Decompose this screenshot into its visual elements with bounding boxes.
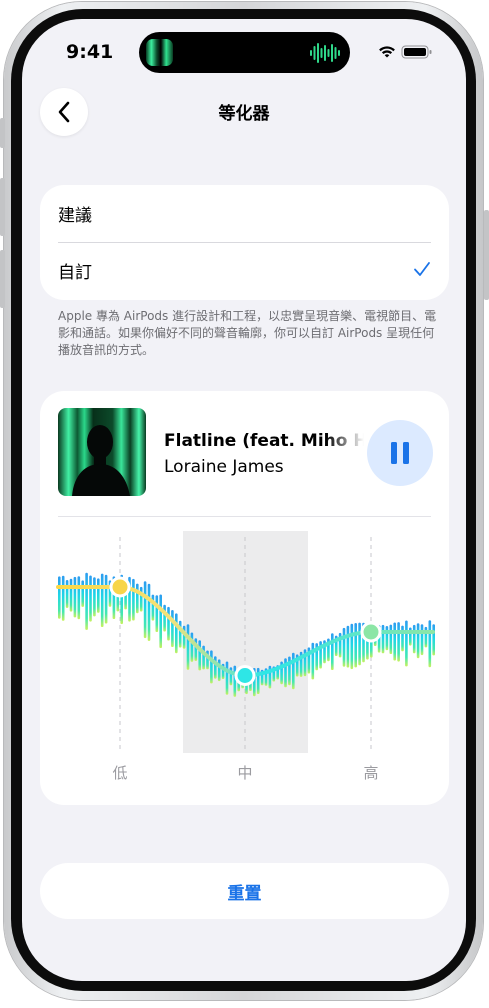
track-artist: Loraine James <box>164 457 284 477</box>
volume-down-button <box>0 250 5 308</box>
mode-option-suggested[interactable]: 建議 <box>58 185 431 242</box>
waveform-bar <box>186 624 190 670</box>
waveform-bar <box>428 620 432 668</box>
waveform-bar <box>85 572 88 630</box>
band-label-low: 低 <box>112 764 128 782</box>
waveform-bar <box>210 650 213 684</box>
eq-description: Apple 專為 AirPods 進行設計和工程，以忠實呈現音樂、電視節目、電影… <box>58 309 437 357</box>
waveform-bar <box>139 586 143 612</box>
waveform-bar <box>217 659 221 682</box>
waveform-bar <box>178 620 182 648</box>
album-art <box>58 408 146 496</box>
waveform-bar <box>389 624 393 654</box>
waveform-bar <box>225 661 229 695</box>
waveform-bar <box>61 575 65 621</box>
waveform-bar <box>397 622 400 662</box>
waveform-bar <box>393 622 396 661</box>
waveform-bar <box>147 583 151 641</box>
waveform-bar <box>81 580 84 607</box>
waveform-bar <box>198 640 201 671</box>
status-time: 9:41 <box>66 41 114 63</box>
status-icons <box>378 44 436 64</box>
player-card: Flatline (feat. Miho Hazama) Loraine Jam… <box>40 391 449 805</box>
waveform-bar <box>420 624 424 656</box>
waveform-bar <box>163 604 166 632</box>
waveform-bar <box>65 580 69 608</box>
waveform-bar <box>136 583 139 614</box>
waveform-bar <box>354 623 357 668</box>
waveform-bar <box>167 606 170 641</box>
equalizer[interactable]: 低 中 高 <box>40 517 449 805</box>
pause-button[interactable] <box>367 420 433 486</box>
waveform-bar <box>89 575 92 622</box>
page-title: 等化器 <box>218 104 270 124</box>
waveform-bar <box>58 576 61 619</box>
band-handle-high[interactable] <box>360 621 382 643</box>
waveform-bar <box>401 625 404 652</box>
waveform-bar <box>77 576 81 620</box>
waveform-bar <box>155 595 159 632</box>
waveform-bar <box>175 613 178 654</box>
mode-option-label: 建議 <box>58 206 92 226</box>
waveform-bar <box>69 578 73 612</box>
waveform-bar <box>331 633 334 670</box>
waveform-bar <box>405 620 408 667</box>
waveform-bar <box>97 578 100 613</box>
waveform-bar <box>385 626 389 651</box>
waveform-bar <box>350 623 354 670</box>
action-button <box>0 118 5 148</box>
waveform-bar <box>159 594 162 648</box>
wifi-icon <box>379 46 395 58</box>
waveform-bar <box>292 652 295 690</box>
waveform-bar <box>93 577 96 617</box>
waveform-bar <box>358 622 361 666</box>
waveform-bar <box>100 573 104 627</box>
mode-option-custom[interactable]: 自訂 <box>58 242 431 299</box>
band-handle-low[interactable] <box>109 576 131 598</box>
waveform-bar <box>342 627 346 667</box>
waveform-bar <box>416 623 420 659</box>
waveform-bar <box>202 645 205 670</box>
waveform-bar <box>381 624 385 654</box>
waveform-bar <box>151 594 155 621</box>
eq-mode-card: 建議 自訂 <box>40 185 449 300</box>
reset-button[interactable]: 重置 <box>40 863 449 919</box>
checkmark-icon <box>414 262 430 276</box>
waveform-bar <box>171 610 174 647</box>
dynamic-island[interactable] <box>139 32 350 73</box>
band-label-mid: 中 <box>237 764 253 782</box>
waveform-bar <box>132 578 135 621</box>
waveform-bar <box>412 624 416 654</box>
title-fade <box>326 427 366 453</box>
band-label-high: 高 <box>363 764 379 782</box>
pause-icon <box>391 442 409 464</box>
battery-icon <box>401 45 432 59</box>
now-playing-art <box>146 39 173 66</box>
volume-up-button <box>0 178 5 236</box>
band-handle-mid[interactable] <box>234 665 256 686</box>
waveform-bar <box>233 665 237 697</box>
mode-option-label: 自訂 <box>58 263 92 283</box>
waveform-bar <box>190 632 194 662</box>
screen: 9:41 等化器 建議 自訂 Apple 專為 AirPods 進行設計和工程，… <box>22 19 466 981</box>
waveform-bar <box>346 625 350 668</box>
waveform-bar <box>104 574 108 624</box>
side-button <box>484 210 489 300</box>
waveform-bar <box>424 626 428 648</box>
waveform-bar <box>311 642 315 680</box>
waveform-icon <box>310 43 340 63</box>
waveform-bar <box>143 581 147 639</box>
waveform-bar <box>73 576 77 618</box>
waveform-bar <box>256 667 260 694</box>
waveform-bar <box>432 624 435 656</box>
